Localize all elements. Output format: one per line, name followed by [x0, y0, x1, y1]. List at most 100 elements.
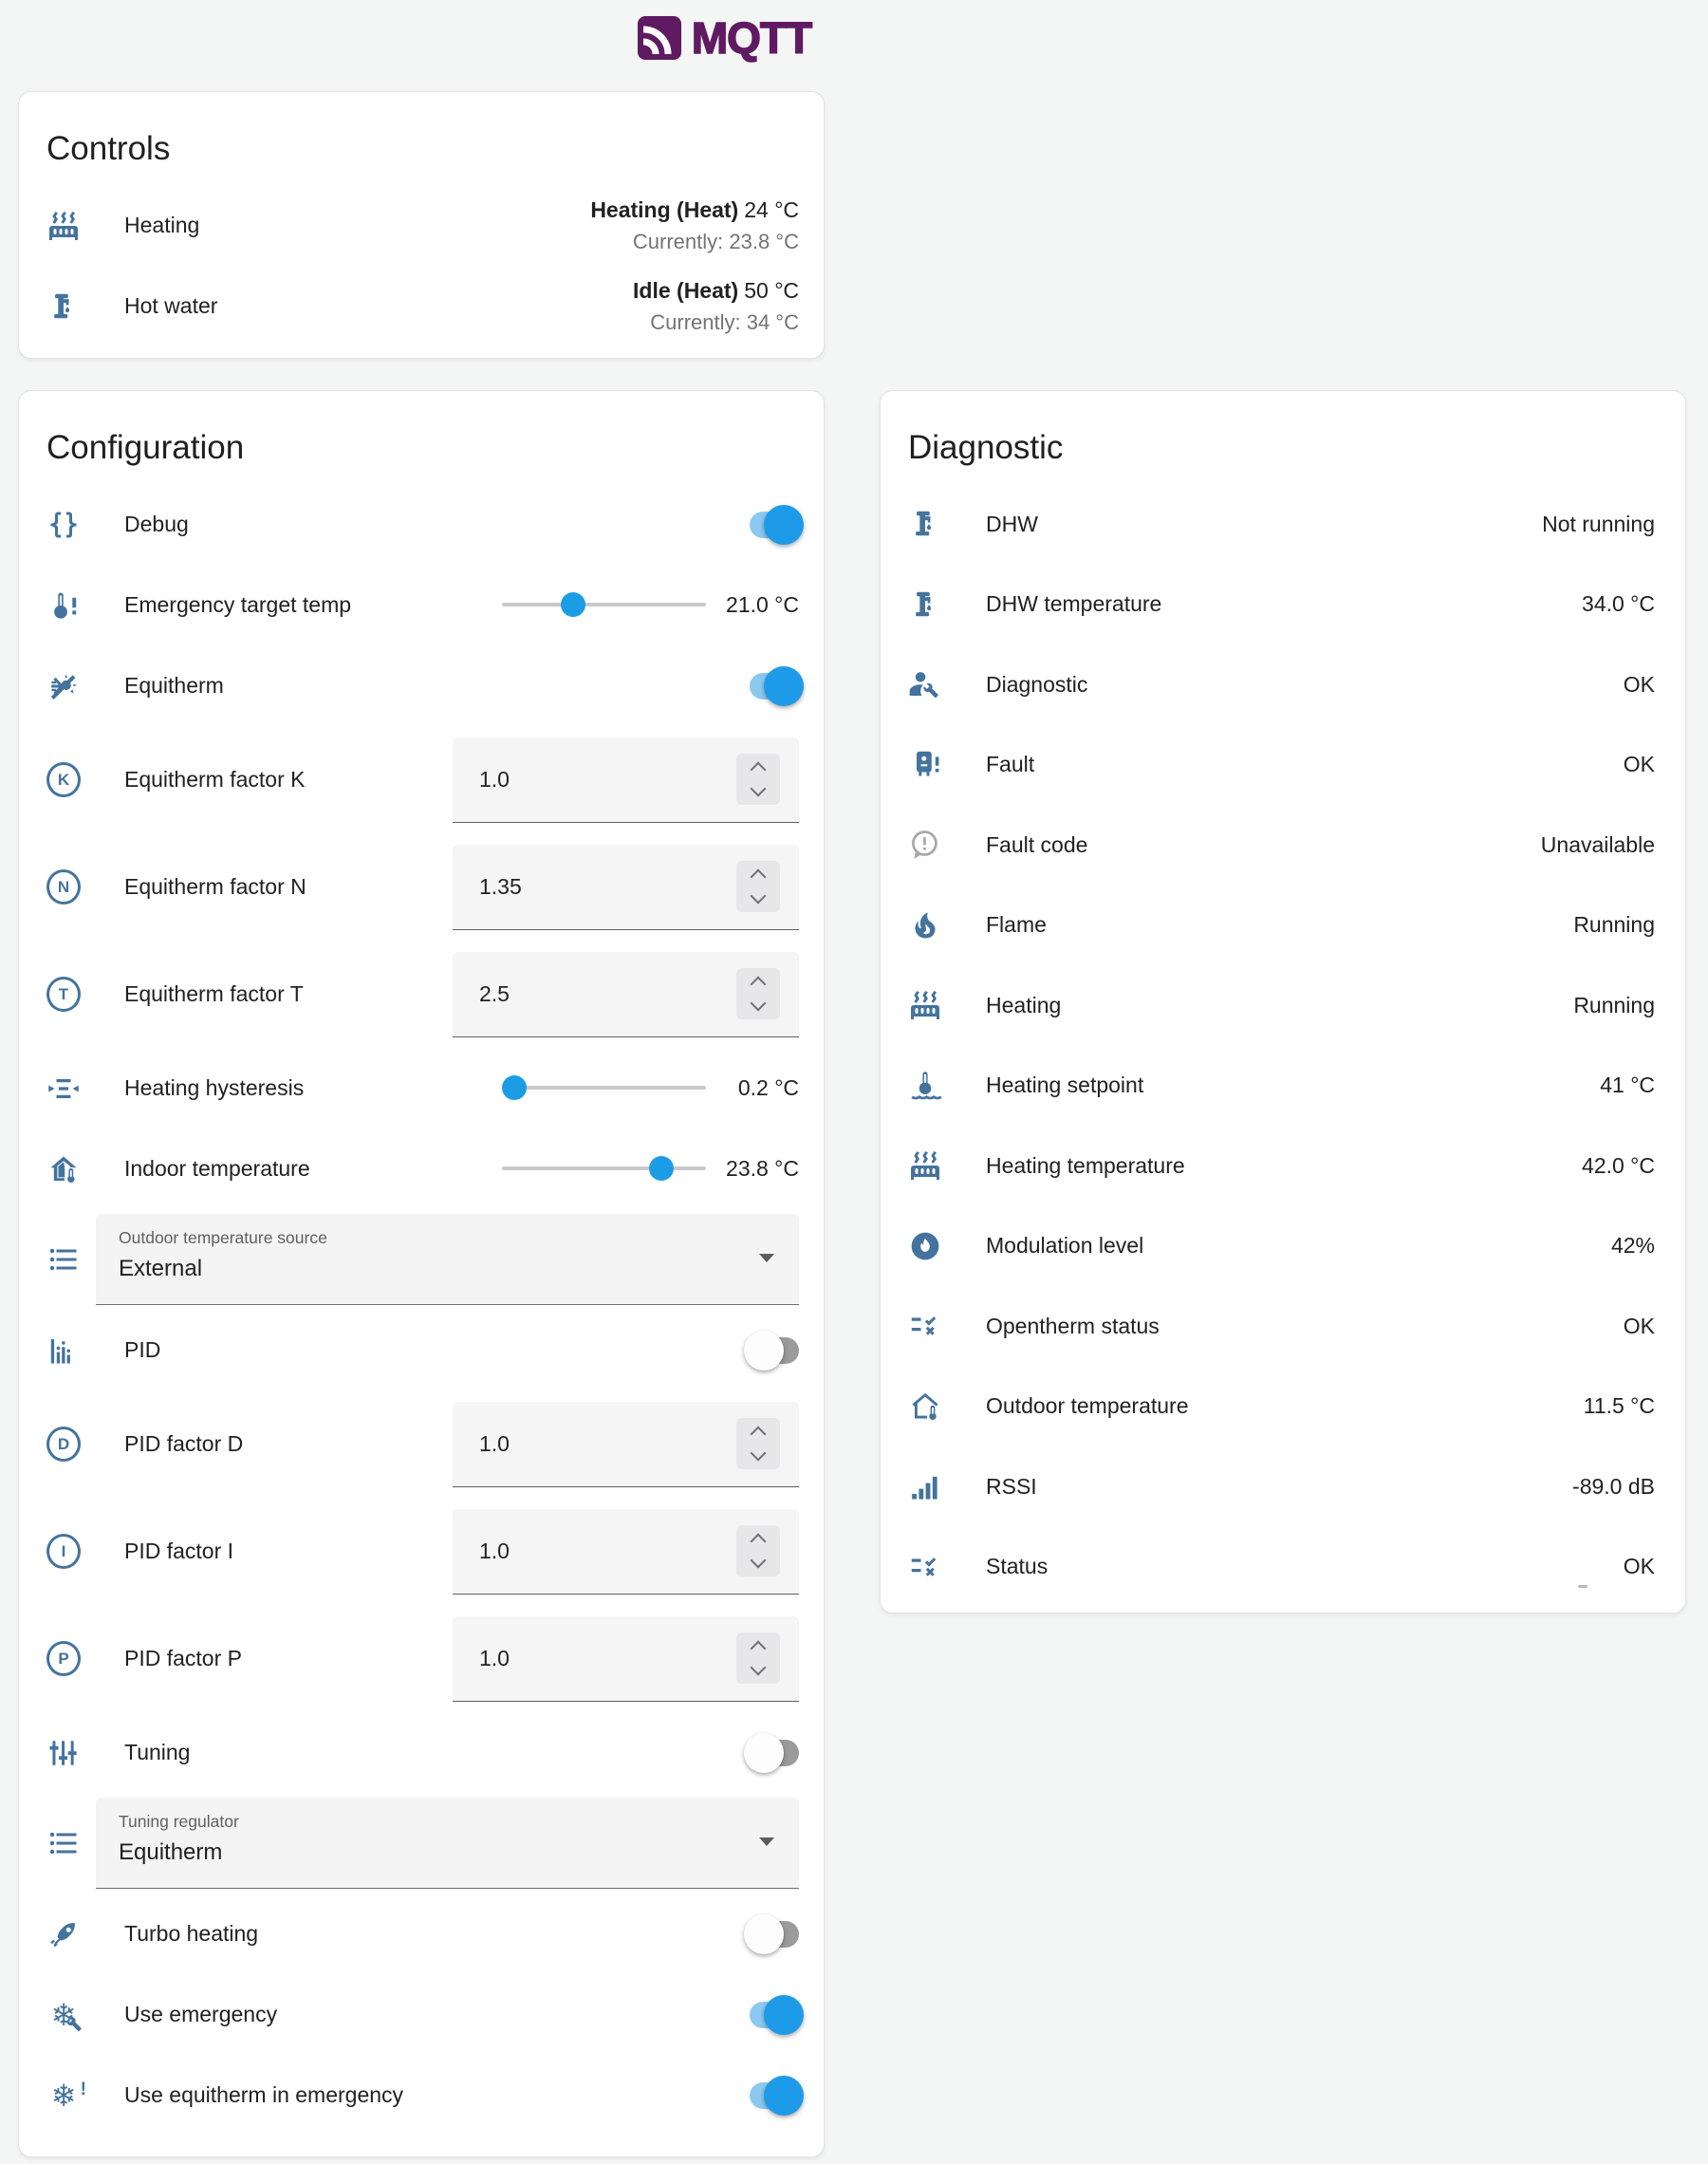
pid-factor-d-input[interactable]: 1.0 — [453, 1402, 799, 1487]
config-label: Turbo heating — [124, 1921, 258, 1947]
diag-row-dhw[interactable]: DHW Not running — [881, 484, 1685, 565]
config-label: Equitherm — [124, 673, 224, 699]
home-thermometer-outline-icon — [908, 1390, 942, 1424]
diag-label: Diagnostic — [986, 672, 1087, 698]
indoor-temperature-slider[interactable] — [502, 1155, 706, 1182]
diag-value: Unavailable — [1541, 832, 1655, 858]
diag-row-fault-code[interactable]: Fault code Unavailable — [881, 805, 1685, 886]
pid-factor-p-input[interactable]: 1.0 — [453, 1616, 799, 1702]
number-stepper[interactable] — [736, 1632, 780, 1684]
format-list-bulleted-icon — [46, 1242, 81, 1277]
diag-row-flame[interactable]: Flame Running — [881, 886, 1685, 966]
config-row-pid-factor-p: P PID factor P 1.0 — [19, 1605, 824, 1712]
config-label: Heating hysteresis — [124, 1075, 304, 1101]
water-pump-icon — [908, 588, 942, 622]
mqtt-logo-icon — [637, 15, 682, 61]
water-pump-icon — [46, 289, 81, 324]
select-label: Tuning regulator — [119, 1812, 776, 1832]
diag-value: OK — [1624, 672, 1655, 698]
snowflake-wrench-icon: ❄ — [46, 1998, 81, 2032]
diag-row-opentherm-status[interactable]: Opentherm status OK — [881, 1286, 1685, 1367]
diag-value: Not running — [1542, 512, 1655, 537]
control-row-heating[interactable]: Heating Heating (Heat)24 °C Currently: 2… — [19, 185, 824, 266]
diag-label: RSSI — [986, 1474, 1037, 1500]
thermometer-water-icon — [908, 1069, 942, 1103]
diag-row-dhw-temperature[interactable]: DHW temperature 34.0 °C — [881, 565, 1685, 645]
diag-value: OK — [1624, 1314, 1655, 1339]
config-row-pid-factor-i: I PID factor I 1.0 — [19, 1498, 824, 1605]
config-row-equitherm-factor-t: T Equitherm factor T 2.5 — [19, 941, 824, 1048]
radiator-icon — [46, 209, 81, 243]
diag-row-outdoor-temperature[interactable]: Outdoor temperature 11.5 °C — [881, 1367, 1685, 1447]
diag-row-heating-temperature[interactable]: Heating temperature 42.0 °C — [881, 1126, 1685, 1206]
number-stepper[interactable] — [736, 1525, 780, 1576]
radiator-icon — [908, 988, 942, 1022]
heating-hysteresis-slider[interactable] — [502, 1074, 706, 1101]
config-label: PID factor P — [124, 1646, 242, 1671]
diag-row-modulation-level[interactable]: Modulation level 42% — [881, 1206, 1685, 1287]
diag-label: Heating temperature — [986, 1153, 1185, 1179]
select-value: Equitherm — [119, 1839, 776, 1866]
diag-label: Heating setpoint — [986, 1073, 1143, 1098]
climate-target: 24 °C — [744, 197, 799, 222]
pid-factor-i-input[interactable]: 1.0 — [453, 1509, 799, 1595]
number-stepper[interactable] — [736, 861, 780, 912]
code-braces-icon — [46, 508, 81, 542]
diag-label: Flame — [986, 912, 1047, 938]
slider-knob[interactable] — [561, 592, 585, 617]
diag-row-status[interactable]: Status OK — [881, 1527, 1685, 1608]
rocket-launch-icon — [46, 1917, 81, 1951]
diag-value: -89.0 dB — [1572, 1474, 1655, 1500]
climate-target: 50 °C — [744, 278, 799, 303]
config-label: PID factor D — [124, 1431, 243, 1457]
slider-knob[interactable] — [502, 1075, 527, 1100]
number-stepper[interactable] — [736, 754, 780, 805]
diag-row-rssi[interactable]: RSSI -89.0 dB — [881, 1446, 1685, 1527]
slider-knob[interactable] — [649, 1156, 674, 1181]
config-row-pid: PID — [19, 1310, 824, 1390]
stray-mark — [1578, 1585, 1587, 1588]
diag-label: DHW temperature — [986, 591, 1161, 617]
equitherm-toggle[interactable] — [750, 673, 799, 700]
emergency-target-temp-slider[interactable] — [502, 591, 706, 618]
number-value: 2.5 — [479, 981, 510, 1007]
diag-value: 41 °C — [1600, 1073, 1655, 1098]
tuning-regulator-select[interactable]: Tuning regulator Equitherm — [96, 1798, 799, 1889]
equitherm-factor-t-input[interactable]: 2.5 — [453, 952, 799, 1037]
config-row-pid-factor-d: D PID factor D 1.0 — [19, 1390, 824, 1498]
equitherm-factor-n-input[interactable]: 1.35 — [453, 845, 799, 930]
config-row-debug: Debug — [19, 484, 824, 565]
diag-row-diagnostic[interactable]: Diagnostic OK — [881, 644, 1685, 725]
climate-current-temp: Currently: 23.8 °C — [590, 230, 799, 254]
equitherm-factor-k-input[interactable]: 1.0 — [453, 737, 799, 823]
climate-state: Heating (Heat)24 °C Currently: 23.8 °C — [590, 197, 799, 254]
slider-value: 23.8 °C — [717, 1154, 799, 1184]
use-equitherm-in-emergency-toggle[interactable] — [750, 2082, 799, 2109]
diag-row-fault[interactable]: Fault OK — [881, 725, 1685, 806]
control-row-hot-water[interactable]: Hot water Idle (Heat)50 °C Currently: 34… — [19, 266, 824, 346]
climate-state: Idle (Heat)50 °C Currently: 34 °C — [633, 278, 799, 335]
debug-toggle[interactable] — [750, 512, 799, 538]
config-row-turbo-heating: Turbo heating — [19, 1894, 824, 1974]
diag-label: DHW — [986, 512, 1038, 537]
config-row-tuning-regulator: Tuning regulator Equitherm — [19, 1793, 824, 1894]
outdoor-temperature-source-select[interactable]: Outdoor temperature source External — [96, 1214, 799, 1305]
number-stepper[interactable] — [736, 1418, 780, 1469]
config-row-indoor-temperature: Indoor temperature 23.8 °C — [19, 1129, 824, 1209]
controls-card-title: Controls — [46, 124, 824, 185]
diag-row-heating-setpoint[interactable]: Heating setpoint 41 °C — [881, 1046, 1685, 1127]
config-row-equitherm: Equitherm — [19, 645, 824, 726]
use-emergency-toggle[interactable] — [750, 2002, 799, 2028]
turbo-heating-toggle[interactable] — [750, 1921, 799, 1948]
config-label: Use equitherm in emergency — [124, 2082, 403, 2108]
config-row-equitherm-factor-n: N Equitherm factor N 1.35 — [19, 833, 824, 941]
select-label: Outdoor temperature source — [119, 1228, 776, 1248]
number-stepper[interactable] — [736, 968, 780, 1019]
format-list-bulleted-icon — [46, 1826, 81, 1860]
config-label: Equitherm factor T — [124, 981, 304, 1007]
arrow-collapse-horizontal-icon — [46, 1072, 81, 1106]
diag-row-heating[interactable]: Heating Running — [881, 965, 1685, 1046]
pid-toggle[interactable] — [750, 1337, 799, 1364]
tuning-toggle[interactable] — [750, 1740, 799, 1766]
alpha-p-circle-icon: P — [46, 1642, 81, 1676]
